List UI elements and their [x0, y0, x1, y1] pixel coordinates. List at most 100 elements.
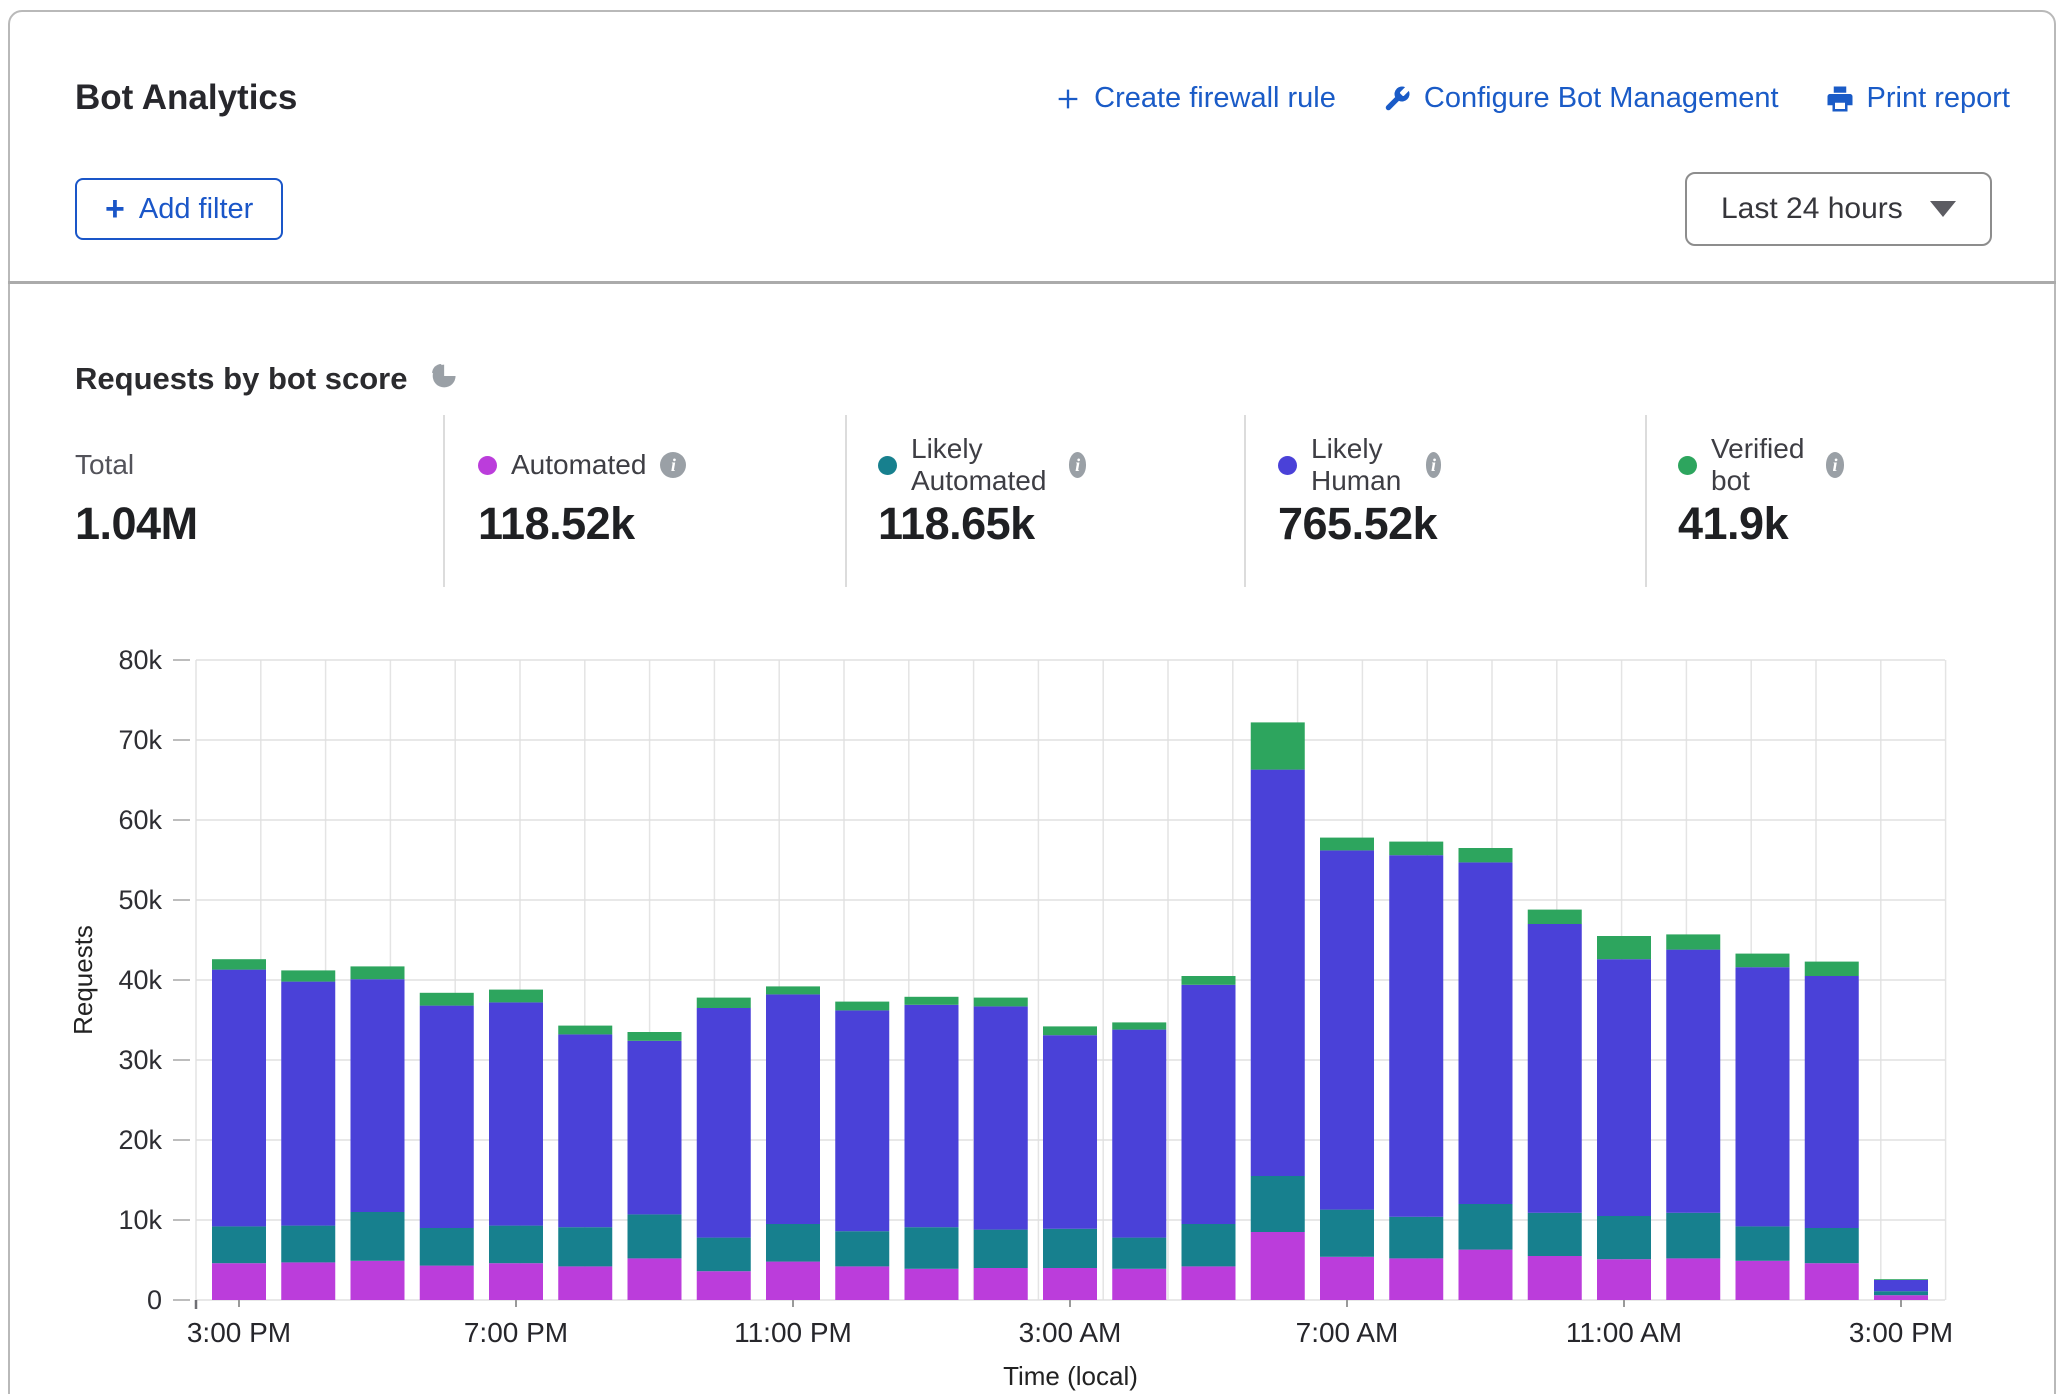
bar-9:00 PM[interactable] — [628, 1032, 682, 1300]
bar-segment-likely-automated[interactable] — [558, 1227, 612, 1266]
bar-segment-automated[interactable] — [281, 1262, 335, 1300]
bar-segment-likely-human[interactable] — [1251, 770, 1305, 1176]
bar-segment-automated[interactable] — [351, 1261, 405, 1300]
bar-segment-likely-automated[interactable] — [1182, 1224, 1236, 1266]
bar-segment-verified-bot[interactable] — [628, 1032, 682, 1041]
bar-segment-likely-automated[interactable] — [420, 1228, 474, 1266]
bar-12:00 AM[interactable] — [835, 1002, 889, 1300]
bar-10:00 PM[interactable] — [697, 998, 751, 1300]
bar-segment-automated[interactable] — [1320, 1257, 1374, 1300]
bar-segment-verified-bot[interactable] — [1459, 848, 1513, 862]
bar-5:00 AM[interactable] — [1182, 976, 1236, 1300]
bar-segment-likely-human[interactable] — [697, 1008, 751, 1238]
bar-segment-automated[interactable] — [1597, 1259, 1651, 1300]
bar-segment-verified-bot[interactable] — [1666, 934, 1720, 949]
bar-4:00 PM[interactable] — [281, 970, 335, 1300]
bar-segment-automated[interactable] — [1805, 1263, 1859, 1300]
bar-segment-likely-human[interactable] — [1805, 976, 1859, 1228]
stacked-bar-chart[interactable]: 010k20k30k40k50k60k70k80k3:00 PM7:00 PM1… — [60, 625, 2010, 1394]
bar-segment-automated[interactable] — [974, 1268, 1028, 1300]
bar-segment-automated[interactable] — [558, 1266, 612, 1300]
bar-segment-likely-human[interactable] — [1389, 855, 1443, 1217]
info-icon[interactable]: i — [1826, 452, 1845, 478]
bar-segment-likely-human[interactable] — [1112, 1030, 1166, 1238]
bar-segment-verified-bot[interactable] — [1528, 910, 1582, 924]
bar-segment-likely-human[interactable] — [558, 1034, 612, 1227]
bar-segment-verified-bot[interactable] — [351, 966, 405, 979]
requests-by-bot-score-chart[interactable]: 010k20k30k40k50k60k70k80k3:00 PM7:00 PM1… — [60, 625, 2010, 1394]
time-range-dropdown[interactable]: Last 24 hours — [1685, 172, 1992, 246]
bar-5:00 PM[interactable] — [351, 966, 405, 1300]
bar-segment-automated[interactable] — [420, 1266, 474, 1300]
bar-segment-automated[interactable] — [697, 1271, 751, 1300]
bar-segment-likely-automated[interactable] — [489, 1226, 543, 1264]
bar-4:00 AM[interactable] — [1112, 1022, 1166, 1300]
bar-2:00 AM[interactable] — [974, 998, 1028, 1300]
bar-segment-verified-bot[interactable] — [558, 1026, 612, 1035]
bar-segment-likely-human[interactable] — [1874, 1280, 1928, 1291]
bar-segment-likely-human[interactable] — [281, 982, 335, 1226]
bar-segment-verified-bot[interactable] — [1043, 1026, 1097, 1035]
bar-segment-automated[interactable] — [1666, 1258, 1720, 1300]
bar-segment-verified-bot[interactable] — [1597, 936, 1651, 959]
bar-segment-automated[interactable] — [1528, 1256, 1582, 1300]
bar-segment-likely-human[interactable] — [351, 979, 405, 1212]
bar-segment-likely-automated[interactable] — [974, 1230, 1028, 1268]
bar-segment-verified-bot[interactable] — [212, 959, 266, 969]
bar-segment-likely-automated[interactable] — [697, 1238, 751, 1272]
bar-segment-likely-human[interactable] — [974, 1006, 1028, 1229]
bar-segment-verified-bot[interactable] — [974, 998, 1028, 1007]
bar-segment-likely-automated[interactable] — [1389, 1217, 1443, 1259]
bar-1:00 AM[interactable] — [905, 997, 959, 1300]
bar-8:00 AM[interactable] — [1389, 842, 1443, 1300]
bar-segment-automated[interactable] — [212, 1263, 266, 1300]
bar-segment-likely-human[interactable] — [766, 994, 820, 1224]
bar-segment-verified-bot[interactable] — [835, 1002, 889, 1011]
bar-segment-verified-bot[interactable] — [1320, 838, 1374, 851]
bar-segment-automated[interactable] — [1182, 1266, 1236, 1300]
bar-segment-likely-human[interactable] — [628, 1041, 682, 1215]
bar-8:00 PM[interactable] — [558, 1026, 612, 1300]
bar-segment-likely-automated[interactable] — [835, 1231, 889, 1266]
bar-segment-likely-automated[interactable] — [1528, 1213, 1582, 1256]
bar-segment-automated[interactable] — [1112, 1269, 1166, 1300]
bar-segment-verified-bot[interactable] — [420, 993, 474, 1006]
bar-segment-likely-human[interactable] — [1320, 850, 1374, 1209]
bar-segment-likely-human[interactable] — [835, 1010, 889, 1231]
bar-segment-automated[interactable] — [1874, 1295, 1928, 1300]
bar-11:00 PM[interactable] — [766, 986, 820, 1300]
bar-11:00 AM[interactable] — [1597, 936, 1651, 1300]
bar-1:00 PM[interactable] — [1736, 954, 1790, 1300]
configure-bot-management-link[interactable]: Configure Bot Management — [1382, 82, 1779, 115]
create-firewall-rule-link[interactable]: Create firewall rule — [1054, 82, 1336, 115]
bar-segment-verified-bot[interactable] — [1874, 1279, 1928, 1280]
bar-segment-verified-bot[interactable] — [281, 970, 335, 981]
bar-segment-automated[interactable] — [905, 1269, 959, 1300]
bar-segment-likely-human[interactable] — [420, 1006, 474, 1228]
bar-3:00 PM[interactable] — [1874, 1279, 1928, 1300]
bar-segment-likely-automated[interactable] — [281, 1226, 335, 1263]
bar-segment-likely-automated[interactable] — [628, 1214, 682, 1258]
bar-segment-likely-automated[interactable] — [1805, 1228, 1859, 1263]
bar-segment-likely-automated[interactable] — [1043, 1229, 1097, 1268]
bar-segment-automated[interactable] — [1251, 1232, 1305, 1300]
info-icon[interactable]: i — [1069, 452, 1087, 478]
bar-segment-automated[interactable] — [628, 1258, 682, 1300]
bar-segment-likely-human[interactable] — [1736, 967, 1790, 1226]
bar-segment-automated[interactable] — [489, 1263, 543, 1300]
bar-6:00 AM[interactable] — [1251, 722, 1305, 1300]
bar-segment-likely-automated[interactable] — [1597, 1216, 1651, 1259]
print-report-link[interactable]: Print report — [1825, 82, 2010, 115]
bar-segment-verified-bot[interactable] — [1805, 962, 1859, 976]
bar-segment-automated[interactable] — [1459, 1250, 1513, 1300]
bar-6:00 PM[interactable] — [420, 993, 474, 1300]
bar-segment-verified-bot[interactable] — [1251, 722, 1305, 769]
bar-segment-likely-automated[interactable] — [212, 1226, 266, 1263]
bar-segment-likely-human[interactable] — [489, 1002, 543, 1225]
bar-12:00 PM[interactable] — [1666, 934, 1720, 1300]
add-filter-button[interactable]: + Add filter — [75, 178, 283, 240]
info-icon[interactable]: i — [1426, 452, 1441, 478]
bar-segment-likely-human[interactable] — [1666, 950, 1720, 1213]
bar-segment-verified-bot[interactable] — [1182, 976, 1236, 985]
bar-segment-automated[interactable] — [835, 1266, 889, 1300]
